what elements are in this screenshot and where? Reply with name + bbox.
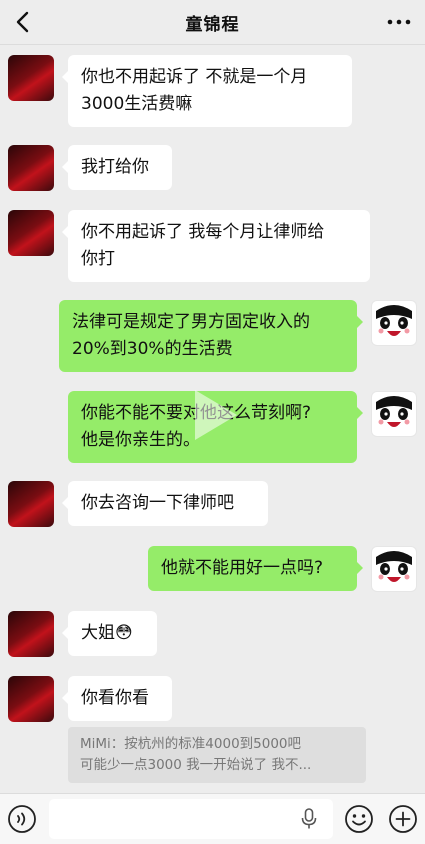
panda-avatar-icon xyxy=(376,305,412,336)
contact-avatar[interactable] xyxy=(8,481,54,527)
message-bubble[interactable]: 你去咨询一下律师吧 xyxy=(62,481,268,526)
my-avatar[interactable] xyxy=(371,391,417,437)
contact-avatar[interactable] xyxy=(8,55,54,101)
message-input[interactable] xyxy=(49,799,333,839)
mic-icon[interactable] xyxy=(299,807,319,831)
chevron-left-icon[interactable] xyxy=(10,6,36,38)
quote-line-2: 可能少一点3000 我一开始说了 我不... xyxy=(80,757,312,773)
quoted-message[interactable]: MiMi：按杭州的标准4000到5000吧 可能少一点3000 我一开始说了 我… xyxy=(68,727,366,783)
message-bubble[interactable]: 你也不用起诉了 不就是一个月 3000生活费嘛 xyxy=(62,55,352,127)
my-avatar[interactable] xyxy=(371,546,417,592)
contact-avatar[interactable] xyxy=(8,676,54,722)
message-bubble[interactable]: 我打给你 xyxy=(62,145,172,190)
contact-avatar[interactable] xyxy=(8,145,54,191)
contact-avatar[interactable] xyxy=(8,611,54,657)
play-icon[interactable] xyxy=(195,390,237,440)
contact-avatar[interactable] xyxy=(8,210,54,256)
panda-avatar-icon xyxy=(376,396,412,427)
emoji-icon[interactable] xyxy=(344,804,374,834)
message-text: 大姐 xyxy=(81,623,115,643)
voice-icon[interactable] xyxy=(7,804,37,834)
message-bubble[interactable]: 他就不能用好一点吗? xyxy=(148,546,363,591)
chat-title: 童锦程 xyxy=(185,14,240,35)
message-bubble[interactable]: 法律可是规定了男方固定收入的 20%到30%的生活费 xyxy=(59,300,363,372)
plus-icon[interactable] xyxy=(388,804,418,834)
flushed-emoji-icon: 😳 xyxy=(115,623,133,643)
chat-header: 童锦程 xyxy=(0,0,425,45)
quote-line-1: MiMi：按杭州的标准4000到5000吧 xyxy=(80,736,302,752)
panda-avatar-icon xyxy=(376,551,412,582)
my-avatar[interactable] xyxy=(371,300,417,346)
more-dots-icon[interactable] xyxy=(385,10,413,34)
message-bubble[interactable]: 你看你看 xyxy=(62,676,172,721)
message-bubble[interactable]: 大姐😳 xyxy=(62,611,157,656)
input-bar xyxy=(0,793,425,844)
message-bubble[interactable]: 你不用起诉了 我每个月让律师给 你打 xyxy=(62,210,370,282)
